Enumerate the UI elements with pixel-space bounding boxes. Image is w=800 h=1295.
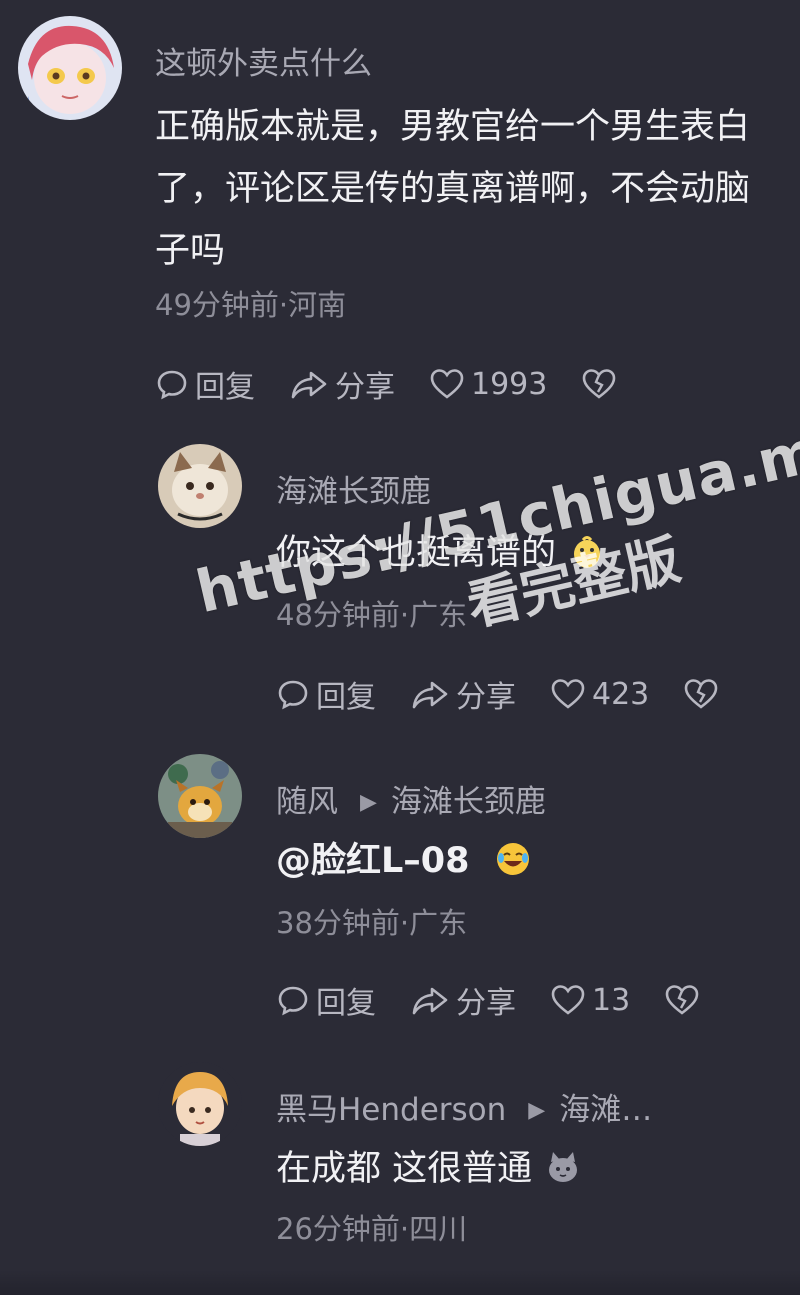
user-avatar[interactable] (158, 754, 242, 838)
like-count: 13 (592, 982, 631, 1018)
heart-icon (430, 369, 464, 399)
comment-bubble-icon (278, 680, 308, 710)
like-button[interactable]: 13 (550, 983, 630, 1018)
reply-arrow-icon: ▶ (528, 1098, 546, 1123)
reply-label: 回复 (195, 370, 255, 405)
comment-bubble-icon (157, 370, 187, 400)
comment-bubble-icon (278, 986, 308, 1016)
comment-meta: 49分钟前·河南 (155, 288, 347, 322)
share-button[interactable]: 分享 (289, 362, 395, 406)
comment-text: 你这个也挺离谱的 (276, 533, 557, 573)
bottom-fade (0, 1270, 800, 1295)
heart-icon (551, 985, 585, 1015)
laughing-emoji-icon (494, 836, 532, 875)
reply-button[interactable]: 回复 (276, 672, 376, 716)
user-avatar[interactable] (158, 1062, 242, 1146)
cat-avatar-icon (158, 444, 242, 528)
comment-text: @脸红L–08 (276, 841, 470, 881)
like-button[interactable]: 1993 (429, 367, 547, 402)
reply-to-username[interactable]: 海滩长颈鹿 (391, 784, 546, 820)
cartoon-dog-avatar-icon (158, 754, 242, 838)
comment-text-row: @脸红L–08 (276, 830, 756, 892)
like-button[interactable]: 423 (550, 677, 649, 712)
reply-arrow-icon: ▶ (360, 790, 377, 815)
reply-label: 回复 (316, 986, 376, 1021)
comment-actions: 回复 分享 423 (276, 672, 759, 716)
anime-girl-avatar-icon (18, 16, 122, 120)
reply-to-username[interactable]: 海滩… (559, 1092, 652, 1128)
share-button[interactable]: 分享 (410, 978, 516, 1022)
dislike-button[interactable] (683, 677, 725, 711)
share-arrow-icon (291, 371, 327, 399)
reply-label: 回复 (316, 680, 376, 715)
comment-meta: 38分钟前·广东 (276, 906, 468, 940)
comment-text-row: 在成都 这很普通 (276, 1138, 756, 1200)
broken-heart-icon (665, 985, 699, 1015)
comment-text-row: 你这个也挺离谱的 (276, 522, 756, 584)
dislike-button[interactable] (664, 983, 706, 1017)
comment-username-row: 随风 ▶ 海滩长颈鹿 (276, 776, 546, 821)
comment-username[interactable]: 海滩长颈鹿 (276, 466, 431, 511)
comment-username[interactable]: 黑马Henderson (276, 1092, 506, 1128)
like-count: 1993 (471, 366, 548, 402)
like-count: 423 (592, 676, 650, 712)
share-label: 分享 (456, 986, 516, 1021)
comment-username[interactable]: 这顿外卖点什么 (155, 38, 372, 83)
share-label: 分享 (456, 680, 516, 715)
share-arrow-icon (412, 987, 448, 1015)
comment-meta: 48分钟前·广东 (276, 598, 468, 632)
comment-username-row: 黑马Henderson ▶ 海滩… (276, 1084, 652, 1129)
reply-button[interactable]: 回复 (155, 362, 255, 406)
broken-heart-icon (583, 369, 616, 399)
anime-boy-avatar-icon (158, 1062, 242, 1146)
share-label: 分享 (335, 370, 395, 405)
comment-text: 正确版本就是，男教官给一个男生表白了，评论区是传的真离谱啊，不会动脑子吗 (155, 107, 751, 271)
comment-text: 在成都 这很普通 (276, 1149, 533, 1189)
cat-emoji-icon (544, 1144, 582, 1182)
reply-button[interactable]: 回复 (276, 978, 376, 1022)
comment-meta: 26分钟前·四川 (276, 1212, 468, 1246)
comment-actions: 回复 分享 13 (276, 978, 740, 1022)
dislike-button[interactable] (581, 367, 623, 401)
chick-emoji-icon (568, 528, 606, 568)
comment-username[interactable]: 随风 (276, 784, 338, 820)
user-avatar[interactable] (18, 16, 122, 120)
share-arrow-icon (412, 681, 448, 709)
user-avatar[interactable] (158, 444, 242, 528)
broken-heart-icon (684, 679, 718, 709)
comment-actions: 回复 分享 1993 (155, 362, 657, 406)
heart-icon (551, 679, 585, 709)
share-button[interactable]: 分享 (410, 672, 516, 716)
